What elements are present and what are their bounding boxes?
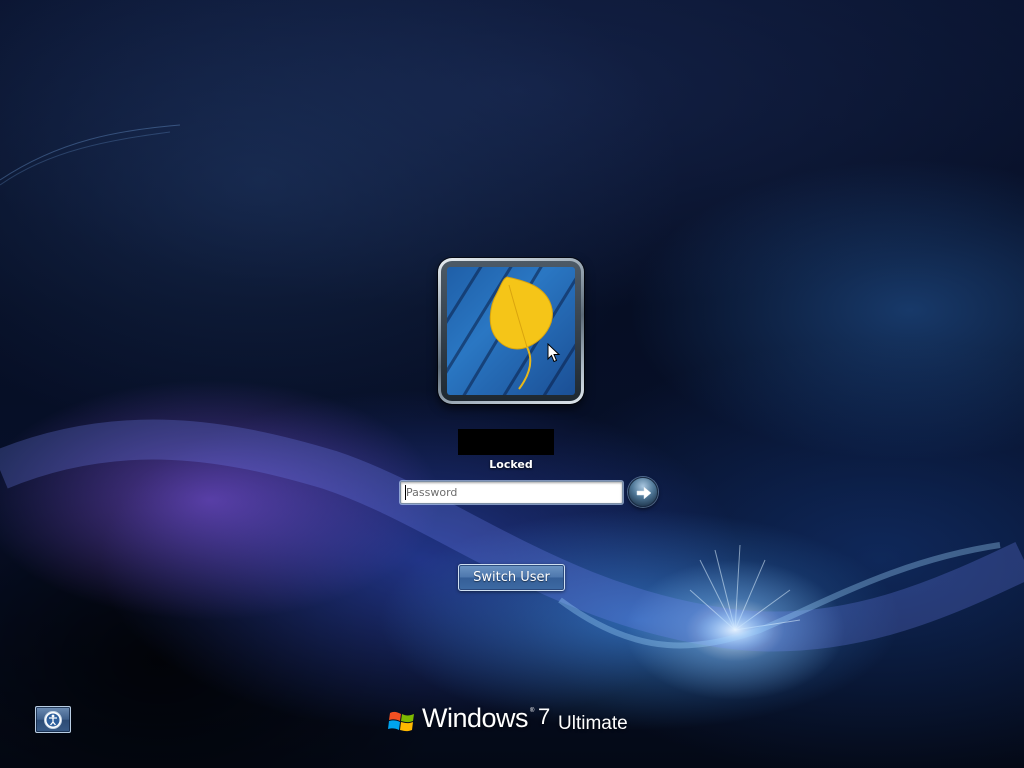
user-tile (438, 258, 584, 404)
brand-edition: Ultimate (558, 713, 628, 734)
leaf-icon (447, 267, 575, 395)
switch-user-button[interactable]: Switch User (458, 564, 565, 591)
windows-logo-icon (388, 711, 414, 732)
mouse-pointer-icon (547, 343, 561, 363)
brand-product-name: Windows (422, 703, 529, 733)
ease-of-access-button[interactable] (35, 706, 71, 733)
lock-status-label: Locked (489, 458, 533, 471)
brand-trademark: ® (530, 708, 535, 714)
username-redacted (458, 429, 554, 455)
submit-button[interactable] (628, 477, 658, 507)
ease-of-access-icon (44, 711, 62, 729)
password-field[interactable] (400, 481, 623, 504)
brand-version: 7 (538, 704, 551, 729)
arrow-right-icon (636, 486, 652, 500)
text-caret (405, 485, 406, 500)
user-picture (447, 267, 575, 395)
